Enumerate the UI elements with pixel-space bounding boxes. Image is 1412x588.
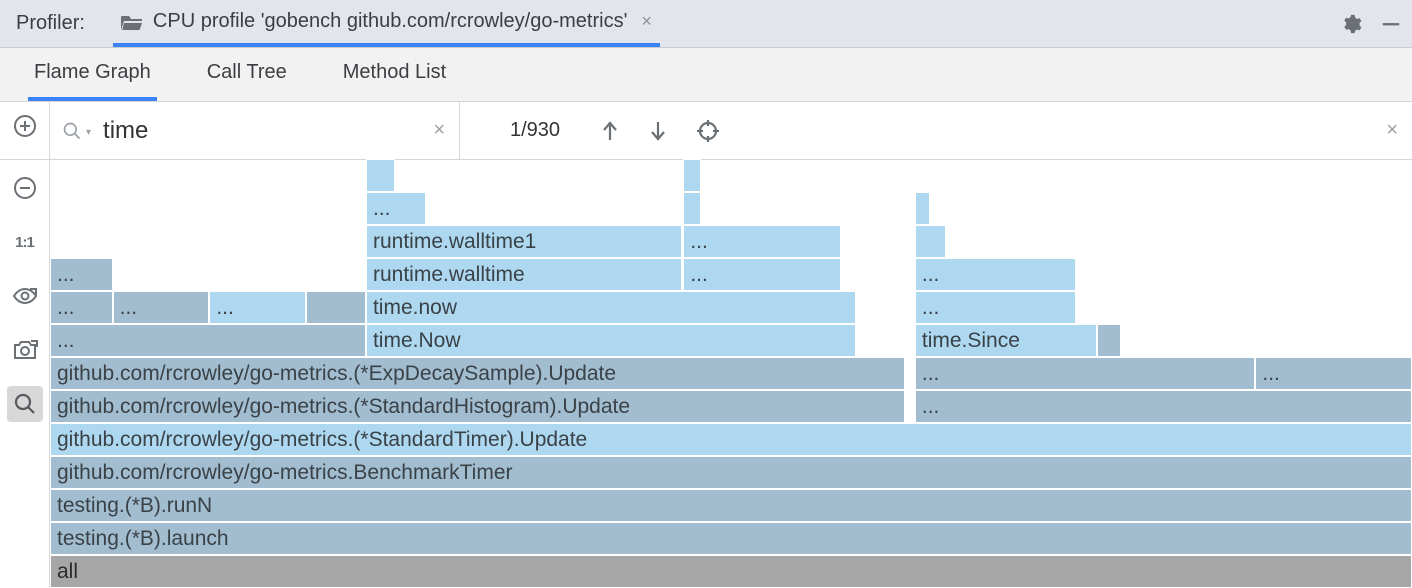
flame-block[interactable]: ... xyxy=(113,291,210,324)
search-box[interactable]: ▾ × xyxy=(50,102,460,159)
flame-row: all xyxy=(50,555,1412,588)
toolbar-row: ▾ × 1/930 × xyxy=(0,102,1412,160)
flame-block[interactable]: testing.(*B).launch xyxy=(50,522,1412,555)
flame-block[interactable]: ... xyxy=(366,192,426,225)
flame-graph[interactable]: ...runtime.walltime1......runtime.wallti… xyxy=(50,160,1412,588)
screenshot-button[interactable] xyxy=(7,332,43,368)
profile-title: CPU profile 'gobench github.com/rcrowley… xyxy=(153,10,628,33)
flame-block[interactable] xyxy=(683,192,701,225)
close-search-icon[interactable]: × xyxy=(1386,119,1398,142)
tab-label: Call Tree xyxy=(207,61,287,84)
tab-flame-graph[interactable]: Flame Graph xyxy=(28,48,157,101)
flame-block[interactable] xyxy=(306,291,366,324)
folder-icon xyxy=(121,13,143,31)
flame-row: github.com/rcrowley/go-metrics.(*ExpDeca… xyxy=(50,357,1412,390)
flame-block[interactable]: github.com/rcrowley/go-metrics.(*ExpDeca… xyxy=(50,357,905,390)
next-match-icon[interactable] xyxy=(648,120,668,142)
flame-block[interactable]: ... xyxy=(50,291,113,324)
flame-row: testing.(*B).launch xyxy=(50,522,1412,555)
flame-block[interactable]: github.com/rcrowley/go-metrics.(*Standar… xyxy=(50,423,1412,456)
flame-block[interactable]: ... xyxy=(50,324,366,357)
flame-block[interactable]: time.Now xyxy=(366,324,856,357)
flame-block[interactable] xyxy=(915,225,946,258)
flame-row: github.com/rcrowley/go-metrics.(*Standar… xyxy=(50,390,1412,423)
flame-block[interactable]: github.com/rcrowley/go-metrics.(*Standar… xyxy=(50,390,905,423)
flame-block[interactable]: ... xyxy=(915,357,1256,390)
flame-row: runtime.walltime1... xyxy=(50,225,1412,258)
profiler-label: Profiler: xyxy=(16,12,85,35)
zoom-in-button[interactable] xyxy=(7,108,43,144)
flame-block[interactable]: ... xyxy=(683,225,841,258)
profile-tab-active[interactable]: CPU profile 'gobench github.com/rcrowley… xyxy=(113,0,660,47)
tab-method-list[interactable]: Method List xyxy=(337,48,452,101)
flame-block[interactable]: testing.(*B).runN xyxy=(50,489,1412,522)
clear-search-icon[interactable]: × xyxy=(433,119,445,142)
flame-row: ...time.Now time.Since xyxy=(50,324,1412,357)
flame-row xyxy=(50,159,1412,192)
flame-block[interactable]: all xyxy=(50,555,1412,588)
visibility-button[interactable] xyxy=(7,278,43,314)
search-options-caret[interactable]: ▾ xyxy=(86,127,91,138)
left-rail: 1:1 xyxy=(0,160,50,588)
flame-block[interactable] xyxy=(683,159,701,192)
minimize-icon[interactable] xyxy=(1380,13,1402,35)
flame-row: ......... time.now... xyxy=(50,291,1412,324)
flame-block[interactable]: ... xyxy=(915,291,1076,324)
find-button[interactable] xyxy=(7,386,43,422)
prev-match-icon[interactable] xyxy=(600,120,620,142)
flame-block[interactable]: time.Since xyxy=(915,324,1098,357)
target-icon[interactable] xyxy=(696,119,720,143)
gear-icon[interactable] xyxy=(1340,13,1362,35)
flame-block[interactable]: ... xyxy=(1255,357,1412,390)
flame-block[interactable]: ... xyxy=(683,258,841,291)
flame-block[interactable]: ... xyxy=(209,291,306,324)
tab-call-tree[interactable]: Call Tree xyxy=(201,48,293,101)
close-tab-icon[interactable]: × xyxy=(641,11,652,32)
flame-block[interactable]: time.now xyxy=(366,291,856,324)
flame-block[interactable] xyxy=(915,192,930,225)
flame-row: github.com/rcrowley/go-metrics.(*Standar… xyxy=(50,423,1412,456)
profiler-header: Profiler: CPU profile 'gobench github.co… xyxy=(0,0,1412,48)
match-count: 1/930 xyxy=(510,119,560,142)
search-icon xyxy=(62,121,82,141)
flame-block[interactable]: github.com/rcrowley/go-metrics.Benchmark… xyxy=(50,456,1412,489)
tab-label: Method List xyxy=(343,61,446,84)
flame-block[interactable]: runtime.walltime xyxy=(366,258,682,291)
search-input[interactable] xyxy=(103,117,433,145)
flame-block[interactable] xyxy=(1097,324,1120,357)
flame-block[interactable]: ... xyxy=(915,390,1412,423)
flame-block[interactable]: ... xyxy=(50,258,113,291)
flame-row: github.com/rcrowley/go-metrics.Benchmark… xyxy=(50,456,1412,489)
tab-label: Flame Graph xyxy=(34,61,151,84)
flame-row: ...runtime.walltime...... xyxy=(50,258,1412,291)
reset-zoom-button[interactable]: 1:1 xyxy=(7,224,43,260)
zoom-out-button[interactable] xyxy=(7,170,43,206)
flame-row: testing.(*B).runN xyxy=(50,489,1412,522)
flame-block[interactable]: runtime.walltime1 xyxy=(366,225,682,258)
view-tabstrip: Flame Graph Call Tree Method List xyxy=(0,48,1412,102)
flame-row: ... xyxy=(50,192,1412,225)
flame-block[interactable]: ... xyxy=(915,258,1076,291)
main-area: 1:1 ...runtime.walltime1......runtime.wa… xyxy=(0,160,1412,588)
left-rail-top xyxy=(0,102,50,159)
flame-block[interactable] xyxy=(366,159,395,192)
search-nav: 1/930 × xyxy=(460,102,1412,159)
